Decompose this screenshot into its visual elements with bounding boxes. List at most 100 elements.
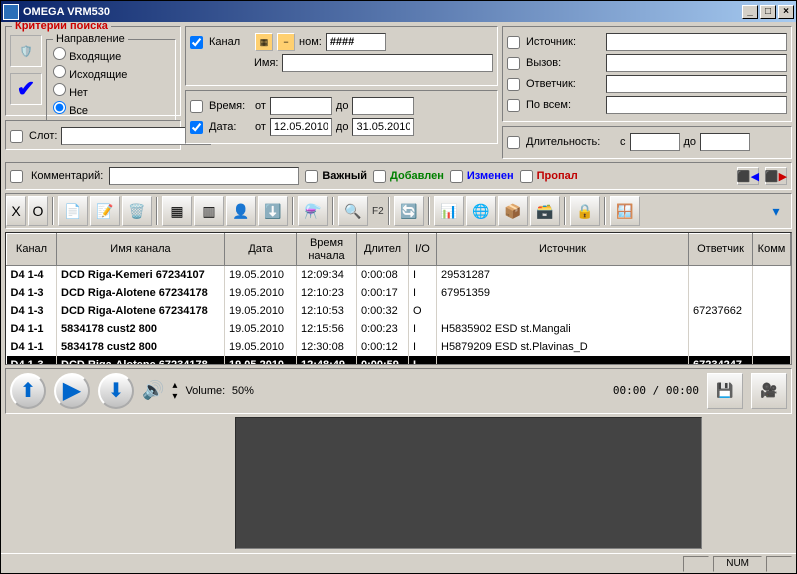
grid-icon[interactable]: ▦: [162, 196, 192, 226]
date-from-input[interactable]: [270, 118, 332, 136]
delete-doc-icon[interactable]: 🗑️: [122, 196, 152, 226]
col-header[interactable]: Комм: [753, 234, 791, 266]
channel-label: Канал: [209, 36, 251, 48]
nom-input[interactable]: [326, 33, 386, 51]
cell: 19.05.2010: [225, 338, 297, 356]
added-check[interactable]: [373, 170, 386, 183]
important-check[interactable]: [305, 170, 318, 183]
refresh-icon[interactable]: 🔄: [394, 196, 424, 226]
package-icon[interactable]: 📦: [498, 196, 528, 226]
radio-none[interactable]: Нет: [53, 83, 169, 99]
boxes-icon[interactable]: 🗃️: [530, 196, 560, 226]
time-check[interactable]: [190, 100, 203, 113]
comment-check[interactable]: [10, 170, 23, 183]
time-label: Время:: [209, 100, 251, 112]
cell: 0:00:08: [357, 266, 409, 284]
duration-from-label: с: [620, 136, 626, 148]
cell: I: [409, 356, 437, 365]
table-row[interactable]: D4 1-15834178 cust2 80019.05.201012:30:0…: [7, 338, 791, 356]
save-icon[interactable]: 💾: [707, 373, 743, 409]
col-header[interactable]: Канал: [7, 234, 57, 266]
cell: 29531287: [437, 266, 689, 284]
next-button[interactable]: ⬇: [98, 373, 134, 409]
date-check[interactable]: [190, 121, 203, 134]
col-header[interactable]: Длител: [357, 234, 409, 266]
video-icon[interactable]: 🎥: [751, 373, 787, 409]
col-header[interactable]: Ответчик: [689, 234, 753, 266]
call-input[interactable]: [606, 54, 787, 72]
table-row[interactable]: D4 1-15834178 cust2 80019.05.201012:15:5…: [7, 320, 791, 338]
time-from-input[interactable]: [270, 97, 332, 115]
direction-label: Направление: [53, 33, 128, 45]
col-header[interactable]: Дата: [225, 234, 297, 266]
duration-check[interactable]: [507, 136, 520, 149]
comment-input[interactable]: [109, 167, 299, 185]
records-grid: КаналИмя каналаДатаВремя началаДлителI/O…: [5, 232, 792, 365]
cell: 12:10:23: [297, 284, 357, 302]
maximize-button[interactable]: □: [760, 5, 776, 19]
col-header[interactable]: I/O: [409, 234, 437, 266]
source-input[interactable]: [606, 33, 787, 51]
globe-icon[interactable]: 🌐: [466, 196, 496, 226]
table-row[interactable]: D4 1-3DCD Riga-Alotene 6723417819.05.201…: [7, 302, 791, 320]
col-header[interactable]: Имя канала: [57, 234, 225, 266]
lock-icon[interactable]: 🔒: [570, 196, 600, 226]
user-icon[interactable]: 👤: [226, 196, 256, 226]
filter-icon[interactable]: ⚗️: [298, 196, 328, 226]
view1-button[interactable]: ⬛◀: [737, 167, 759, 185]
date-to-input[interactable]: [352, 118, 414, 136]
channel-grid-button[interactable]: ▦: [255, 33, 273, 51]
slot-check[interactable]: [10, 130, 23, 143]
date-label: Дата:: [209, 121, 251, 133]
apply-icon[interactable]: ✔: [10, 73, 42, 105]
name-label: Имя:: [254, 57, 278, 69]
new-doc-icon[interactable]: 📄: [58, 196, 88, 226]
criteria-title: Критерии поиска: [12, 22, 111, 32]
download-icon[interactable]: ⬇️: [258, 196, 288, 226]
radio-incoming[interactable]: Входящие: [53, 47, 169, 63]
all-check[interactable]: [507, 99, 520, 112]
o-button[interactable]: O: [28, 196, 48, 226]
table-row[interactable]: D4 1-3DCD Riga-Alotene 6723417819.05.201…: [7, 284, 791, 302]
col-header[interactable]: Источник: [437, 234, 689, 266]
duration-to-input[interactable]: [700, 133, 750, 151]
channel-minus-button[interactable]: −: [277, 33, 295, 51]
table-row[interactable]: D4 1-3DCD Riga-Alotene 6723417819.05.201…: [7, 356, 791, 365]
monitor-icon[interactable]: 📊: [434, 196, 464, 226]
cell: I: [409, 338, 437, 356]
all-input[interactable]: [606, 96, 787, 114]
answerer-check[interactable]: [507, 78, 520, 91]
radio-all[interactable]: Все: [53, 101, 169, 117]
time-to-label: до: [336, 100, 349, 112]
radio-outgoing[interactable]: Исходящие: [53, 65, 169, 81]
duration-from-input[interactable]: [630, 133, 680, 151]
answerer-label: Ответчик:: [526, 78, 602, 90]
call-check[interactable]: [507, 57, 520, 70]
view2-button[interactable]: ⬛▶: [765, 167, 787, 185]
lost-check[interactable]: [520, 170, 533, 183]
edit-doc-icon[interactable]: 📝: [90, 196, 120, 226]
cell: 12:30:08: [297, 338, 357, 356]
channel-check[interactable]: [190, 36, 203, 49]
play-button[interactable]: ▶: [54, 373, 90, 409]
minimize-button[interactable]: _: [742, 5, 758, 19]
search-icon[interactable]: 🔍: [338, 196, 368, 226]
name-input[interactable]: [282, 54, 493, 72]
window-icon[interactable]: 🪟: [610, 196, 640, 226]
progress-track[interactable]: [235, 417, 702, 550]
answerer-input[interactable]: [606, 75, 787, 93]
table-row[interactable]: D4 1-4DCD Riga-Kemeri 6723410719.05.2010…: [7, 266, 791, 284]
x-button[interactable]: X: [6, 196, 26, 226]
columns-icon[interactable]: ▥: [194, 196, 224, 226]
source-check[interactable]: [507, 36, 520, 49]
cell: I: [409, 284, 437, 302]
time-to-input[interactable]: [352, 97, 414, 115]
time-from-label: от: [255, 100, 266, 112]
f2-label: F2: [372, 206, 384, 217]
changed-check[interactable]: [450, 170, 463, 183]
prev-button[interactable]: ⬆: [10, 373, 46, 409]
close-button[interactable]: ×: [778, 5, 794, 19]
expand-icon[interactable]: ▾: [761, 196, 791, 226]
col-header[interactable]: Время начала: [297, 234, 357, 266]
cell: [753, 284, 791, 302]
